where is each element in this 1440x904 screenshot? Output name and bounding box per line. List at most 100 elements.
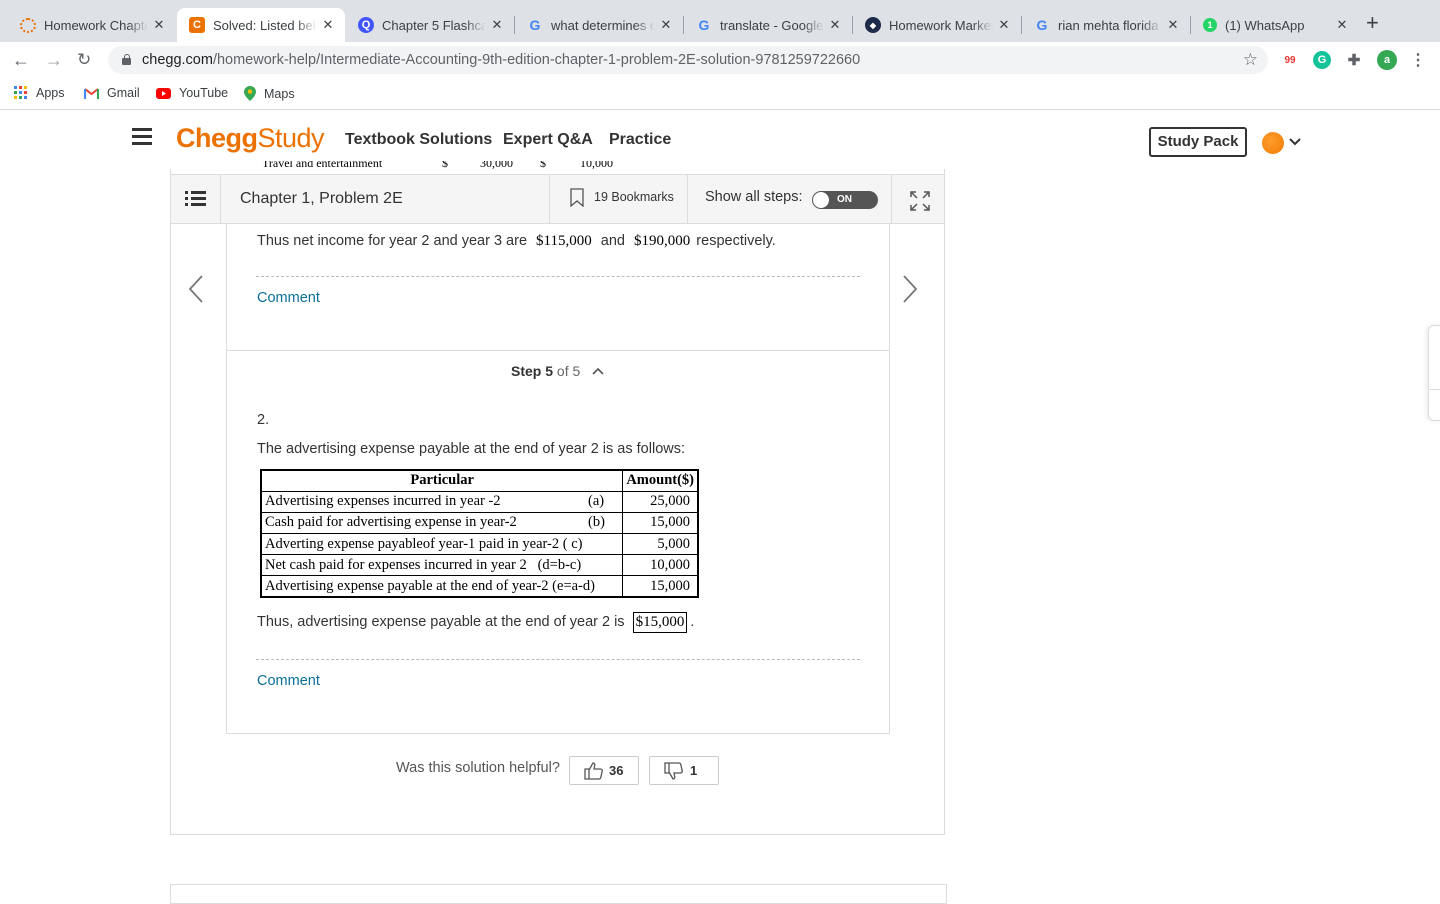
expand-icon[interactable] — [909, 190, 931, 212]
cut-off-table-row: Travel and entertainment $ 30,000 $ 10,0… — [262, 161, 662, 173]
tab-solved-listed[interactable]: C Solved: Listed belo ✕ — [177, 8, 345, 42]
address-bar[interactable]: chegg.com/homework-help/Intermediate-Acc… — [108, 46, 1268, 74]
chevron-down-icon[interactable] — [1289, 133, 1301, 149]
table-cell: 10,000 — [622, 554, 699, 577]
row-tag: (b) — [588, 513, 605, 530]
comment-link[interactable]: Comment — [257, 290, 320, 306]
close-icon[interactable]: ✕ — [997, 17, 1011, 33]
close-icon[interactable]: ✕ — [659, 17, 673, 33]
user-avatar[interactable] — [1262, 132, 1284, 154]
table-cell: Advertising expense payable at the end o… — [260, 575, 624, 598]
bookmark-icon[interactable] — [570, 188, 584, 207]
bookmark-star-icon[interactable]: ☆ — [1243, 50, 1258, 70]
tab-homework-market[interactable]: ◆ Homework Market ✕ — [853, 8, 1021, 42]
bookmark-label: Gmail — [107, 86, 140, 100]
gmail-icon — [84, 87, 99, 99]
step-total: of 5 — [556, 363, 581, 379]
nav-textbook-solutions[interactable]: Textbook Solutions — [345, 131, 492, 149]
divider — [687, 175, 688, 223]
close-icon[interactable]: ✕ — [1166, 17, 1180, 33]
extensions-puzzle-icon[interactable]: ✚ — [1345, 51, 1363, 69]
tab-chapter-5-flashcards[interactable]: Q Chapter 5 Flashca ✕ — [346, 8, 514, 42]
new-tab-plus-icon[interactable]: + — [1366, 12, 1379, 34]
show-all-steps-toggle[interactable]: ON — [812, 191, 878, 209]
tab-title: Chapter 5 Flashca — [382, 17, 486, 33]
reload-icon[interactable]: ↻ — [77, 50, 91, 70]
close-icon[interactable]: ✕ — [828, 17, 842, 33]
chegg-ring-icon — [20, 17, 36, 33]
study-pack-button[interactable]: Study Pack — [1149, 127, 1247, 157]
hamburger-menu-icon[interactable] — [132, 128, 152, 146]
close-icon[interactable]: ✕ — [1335, 17, 1349, 33]
bookmark-youtube[interactable]: YouTube — [156, 86, 228, 100]
google-icon: G — [529, 17, 541, 33]
google-icon: G — [698, 17, 710, 33]
particular-text: Advertising expenses incurred in year -2 — [265, 493, 501, 510]
dashed-divider — [256, 659, 860, 660]
bookmark-apps[interactable]: Apps — [14, 86, 65, 100]
text: and — [600, 233, 625, 249]
bookmark-label: Maps — [264, 86, 295, 101]
chegg-study-logo[interactable]: CheggStudy — [176, 123, 325, 154]
table-cell: Advertising expenses incurred in year -2… — [260, 490, 624, 513]
problem-toolbar: Chapter 1, Problem 2E 19 Bookmarks Show … — [170, 174, 945, 224]
side-drawer-tab[interactable] — [1428, 325, 1440, 421]
thumbs-down-button[interactable]: 1 — [649, 756, 719, 785]
comment-link[interactable]: Comment — [257, 673, 320, 689]
text: respectively. — [696, 233, 776, 249]
advertising-expense-table: Particular Amount($) Advertising expense… — [260, 469, 699, 598]
tab-what-determines[interactable]: G what determines c ✕ — [515, 8, 683, 42]
google-icon: G — [1036, 17, 1048, 33]
close-icon[interactable]: ✕ — [490, 17, 504, 33]
table-cell: 15,000 — [622, 511, 699, 534]
bookmarks-count[interactable]: 19 Bookmarks — [594, 190, 674, 204]
logo-chegg: Chegg — [176, 123, 258, 153]
table-row: Advertising expenses incurred in year -2… — [260, 490, 699, 513]
profile-avatar[interactable]: a — [1377, 50, 1397, 70]
tab-whatsapp[interactable]: 1 (1) WhatsApp ✕ — [1191, 8, 1359, 42]
thumbs-up-icon — [584, 762, 603, 780]
step-header[interactable]: Step 5 of 5 — [511, 363, 580, 379]
particular-text: Advertising expense payable at the end o… — [265, 577, 595, 594]
tab-homework-chapter[interactable]: Homework Chapte ✕ — [8, 8, 176, 42]
list-icon[interactable] — [185, 190, 207, 208]
back-arrow-icon[interactable]: ← — [12, 50, 30, 70]
forward-arrow-icon[interactable]: → — [45, 50, 63, 70]
dashed-divider — [256, 276, 860, 277]
table-cell: 5,000 — [622, 532, 699, 556]
nav-expert-qa[interactable]: Expert Q&A — [503, 131, 593, 149]
step-intro: The advertising expense payable at the e… — [257, 441, 686, 457]
column-header: Particular — [260, 469, 624, 492]
chegg-icon: C — [189, 17, 205, 33]
kebab-menu-icon[interactable]: ⋮ — [1409, 51, 1427, 69]
show-all-steps-label: Show all steps: — [705, 189, 803, 205]
bookmark-label: Apps — [36, 86, 65, 100]
close-icon[interactable]: ✕ — [152, 17, 166, 33]
extension-icon[interactable]: 99 — [1281, 51, 1299, 69]
tab-rian-mehta[interactable]: G rian mehta florida ✕ — [1022, 8, 1190, 42]
lock-icon — [122, 54, 131, 65]
table-row: Net cash paid for expenses incurred in y… — [260, 554, 699, 577]
browser-toolbar: ← → ↻ chegg.com/homework-help/Intermedia… — [0, 42, 1440, 78]
url-text[interactable]: chegg.com/homework-help/Intermediate-Acc… — [142, 52, 860, 68]
tab-translate-google[interactable]: G translate - Google ✕ — [684, 8, 852, 42]
tab-title: what determines c — [551, 17, 655, 33]
bookmark-gmail[interactable]: Gmail — [84, 86, 140, 100]
bookmark-maps[interactable]: Maps — [244, 86, 295, 101]
grammarly-icon[interactable]: G — [1313, 51, 1331, 69]
collapse-caret-icon[interactable] — [592, 367, 604, 375]
logo-study: Study — [257, 123, 325, 153]
thumbs-up-button[interactable]: 36 — [569, 756, 639, 785]
nav-practice[interactable]: Practice — [609, 131, 671, 149]
part-number: 2. — [257, 412, 270, 428]
previous-arrow-icon[interactable] — [186, 274, 206, 304]
next-arrow-icon[interactable] — [900, 274, 920, 304]
tab-title: Homework Market — [889, 17, 993, 33]
bookmarks-bar: Apps Gmail YouTube Maps — [0, 78, 1440, 110]
table-cell: Adverting expense payableof year-1 paid … — [260, 532, 624, 556]
problem-title: Chapter 1, Problem 2E — [240, 190, 403, 207]
toggle-knob — [813, 192, 829, 208]
close-icon[interactable]: ✕ — [321, 17, 335, 33]
text: Thus net income for year 2 and year 3 ar… — [257, 233, 528, 249]
browser-tab-strip: Homework Chapte ✕ C Solved: Listed belo … — [0, 0, 1440, 42]
